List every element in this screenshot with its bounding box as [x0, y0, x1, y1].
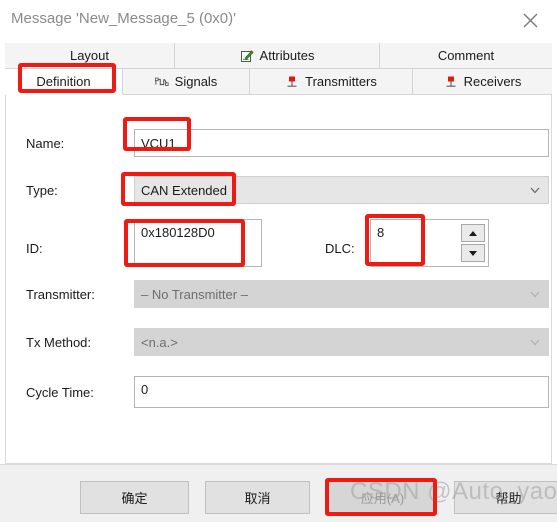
type-label: Type:: [26, 183, 58, 198]
dlc-stepper[interactable]: 8: [370, 219, 489, 267]
tab-layout[interactable]: Layout: [5, 43, 175, 69]
attributes-pencil-icon: [240, 49, 254, 63]
tx-method-label: Tx Method:: [26, 335, 92, 350]
tab-strip: Layout Attributes Comment Definition Sig…: [5, 43, 552, 95]
node-pin-icon: [285, 75, 299, 89]
tab-signals[interactable]: Signals: [123, 69, 250, 95]
cycle-time-input[interactable]: 0: [134, 376, 549, 408]
page-title: Message 'New_Message_5 (0x0)': [11, 10, 236, 27]
message-definition-dialog: Message 'New_Message_5 (0x0)' Layout Att…: [0, 0, 557, 522]
transmitter-select[interactable]: – No Transmitter –: [134, 280, 549, 308]
tab-row-upper: Layout Attributes Comment: [5, 43, 552, 69]
type-select-value: CAN Extended: [141, 182, 227, 198]
type-select[interactable]: CAN Extended: [134, 176, 549, 204]
dlc-decrement-button[interactable]: [461, 244, 485, 262]
transmitter-select-value: – No Transmitter –: [141, 286, 248, 302]
ok-button[interactable]: 确定: [80, 481, 189, 514]
tab-signals-label: Signals: [174, 74, 218, 89]
transmitter-label: Transmitter:: [26, 287, 95, 302]
tab-row-lower: Definition Signals Transmitters Receiver…: [5, 69, 552, 95]
id-label: ID:: [26, 241, 43, 256]
cycle-time-label: Cycle Time:: [26, 385, 94, 400]
name-input[interactable]: VCU1: [134, 129, 549, 157]
tab-transmitters-label: Transmitters: [305, 74, 377, 89]
chevron-down-icon: [529, 336, 541, 348]
chevron-down-icon: [529, 288, 541, 300]
help-button[interactable]: 帮助: [454, 481, 557, 514]
tab-layout-label: Layout: [69, 48, 110, 63]
dlc-input[interactable]: 8: [371, 220, 461, 266]
close-icon[interactable]: [509, 4, 551, 36]
tab-receivers[interactable]: Receivers: [413, 69, 552, 95]
tab-attributes[interactable]: Attributes: [175, 43, 380, 69]
apply-button: 应用(A): [328, 481, 437, 514]
tab-comment[interactable]: Comment: [380, 43, 552, 69]
dlc-increment-button[interactable]: [461, 224, 485, 242]
dlc-label: DLC:: [325, 241, 355, 256]
tab-receivers-label: Receivers: [463, 74, 522, 89]
chevron-down-icon: [529, 184, 541, 196]
title-bar: Message 'New_Message_5 (0x0)': [0, 0, 557, 42]
tab-definition[interactable]: Definition: [5, 69, 123, 95]
dlc-stepper-buttons: [461, 224, 485, 262]
name-label: Name:: [26, 136, 65, 151]
tx-method-select[interactable]: <n.a.>: [134, 328, 549, 356]
tab-definition-label: Definition: [36, 74, 91, 89]
tab-attributes-label: Attributes: [259, 48, 315, 63]
tab-transmitters[interactable]: Transmitters: [250, 69, 413, 95]
tx-method-select-value: <n.a.>: [141, 334, 178, 350]
id-input[interactable]: 0x180128D0: [134, 219, 262, 267]
tab-comment-label: Comment: [437, 48, 495, 63]
node-pin-icon: [444, 75, 458, 89]
cancel-button[interactable]: 取消: [205, 481, 310, 514]
signal-waveform-icon: [154, 75, 169, 89]
definition-form-panel: Name: VCU1 Type: CAN Extended ID: 0x1801…: [5, 95, 552, 464]
